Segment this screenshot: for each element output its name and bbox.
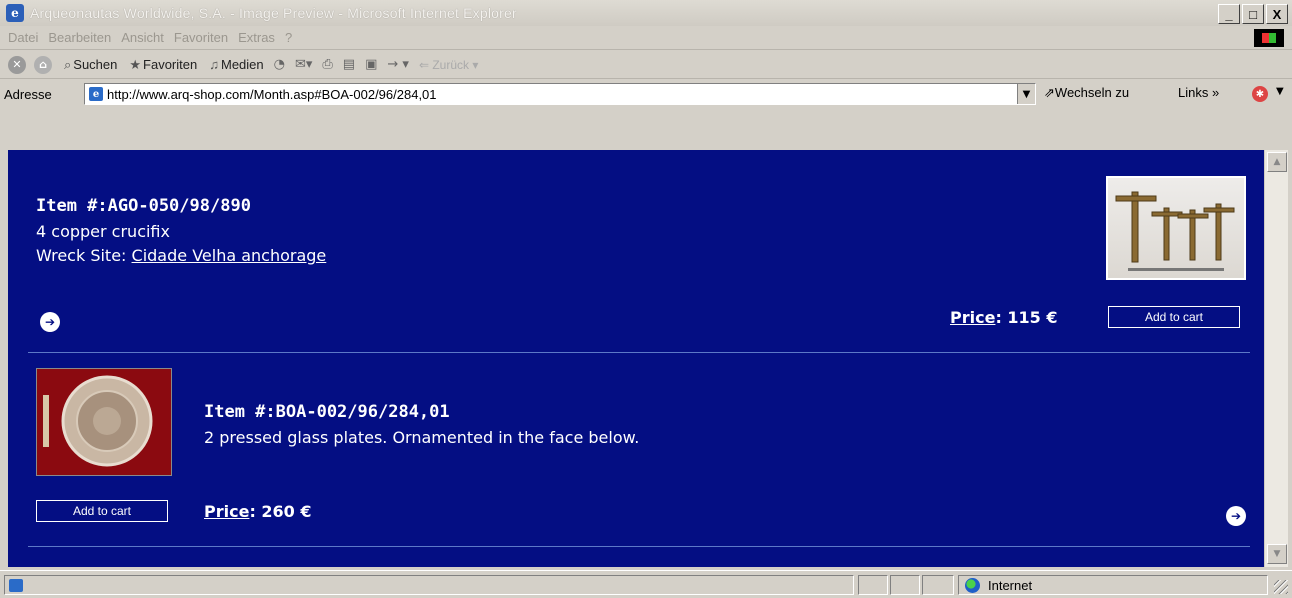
go-button[interactable]: ⇗Wechseln zu — [1044, 85, 1129, 101]
item-divider — [28, 352, 1250, 353]
menu-help[interactable]: ? — [285, 30, 292, 45]
address-input[interactable]: e http://www.arq-shop.com/Month.asp#BOA-… — [84, 83, 1036, 105]
search-icon: ⌕ — [64, 56, 72, 72]
ie-logo-icon: e — [6, 4, 24, 22]
media-button[interactable]: ♫ Medien — [209, 57, 263, 72]
media-icon: ♫ — [209, 57, 219, 72]
scroll-down-icon[interactable]: ▼ — [1267, 544, 1287, 564]
address-dropdown-icon[interactable]: ▼ — [1017, 84, 1035, 104]
minimize-button[interactable]: _ — [1218, 4, 1240, 24]
crucifix-image — [1115, 191, 1235, 271]
extension-icon[interactable]: ✱ — [1252, 86, 1268, 102]
item-2-price-label: Price — [204, 502, 250, 521]
item-2-add-to-cart-button[interactable]: Add to cart — [36, 500, 168, 522]
wreck-site-link[interactable]: Cidade Velha anchorage — [132, 246, 327, 265]
maximize-button[interactable]: □ — [1242, 4, 1264, 24]
discuss-icon[interactable]: ▣ — [365, 57, 377, 72]
menu-bar: Datei Bearbeiten Ansicht Favoriten Extra… — [0, 26, 1292, 50]
windows-logo-icon — [1254, 29, 1284, 47]
item-1-details-arrow-icon[interactable]: ➔ — [40, 312, 60, 332]
extension-dropdown-icon[interactable]: ▼ — [1276, 86, 1284, 97]
stop-icon[interactable]: ✕ — [8, 55, 26, 74]
links-label: Links — [1178, 85, 1209, 100]
globe-icon — [965, 577, 980, 593]
mail-icon[interactable]: ✉▾ — [295, 57, 312, 72]
media-button-label: Medien — [220, 57, 264, 72]
menu-extras[interactable]: Extras — [238, 30, 275, 45]
menu-bearbeiten[interactable]: Bearbeiten — [48, 30, 111, 45]
close-button[interactable]: X — [1266, 4, 1288, 24]
item-1-price: Price: 115 € — [950, 308, 1058, 327]
history-icon[interactable]: ◔ — [274, 57, 285, 72]
resize-grip-icon[interactable] — [1274, 580, 1288, 594]
wreck-site-label: Wreck Site: — [36, 246, 127, 265]
item-2-price: Price: 260 € — [204, 502, 312, 521]
vertical-scrollbar[interactable]: ▲ ▼ — [1264, 150, 1288, 567]
item-1-price-value: : 115 € — [995, 308, 1058, 327]
favorites-icon: ★ — [129, 56, 142, 72]
browser-window: e Arqueonautas Worldwide, S.A. - Image P… — [0, 0, 1292, 598]
back-button[interactable]: ⇐ Zurück ▾ — [419, 58, 478, 72]
page-status-icon — [9, 579, 23, 592]
address-label: Adresse — [4, 86, 52, 102]
search-button-label: Suchen — [73, 57, 118, 72]
back-button-label: Zurück — [432, 57, 470, 72]
window-title: Arqueonautas Worldwide, S.A. - Image Pre… — [30, 5, 517, 21]
address-bar: Adresse e http://www.arq-shop.com/Month.… — [0, 80, 1292, 150]
glass-plate-image — [43, 375, 153, 467]
page-content: Item #:AGO-050/98/890 4 copper crucifix … — [8, 150, 1264, 567]
go-button-label: Wechseln zu — [1054, 85, 1130, 100]
status-cell — [858, 575, 888, 595]
status-text-area — [4, 575, 854, 595]
item-1-description: 4 copper crucifix — [36, 222, 170, 241]
favorites-button-label: Favoriten — [143, 57, 198, 72]
item-2-price-value: : 260 € — [249, 502, 312, 521]
status-cell — [922, 575, 954, 595]
edit-icon[interactable]: ▤ — [343, 57, 355, 72]
search-button[interactable]: ⌕ Suchen — [64, 57, 117, 73]
status-cell — [890, 575, 920, 595]
menu-ansicht[interactable]: Ansicht — [121, 30, 164, 45]
window-controls: _ □ X — [1218, 4, 1288, 24]
zone-label: Internet — [988, 577, 1033, 593]
item-1-wreck-site: Wreck Site: Cidade Velha anchorage — [36, 246, 326, 265]
item-2-description: 2 pressed glass plates. Ornamented in th… — [204, 428, 640, 447]
item-divider — [28, 546, 1250, 547]
menu-datei[interactable]: Datei — [8, 30, 38, 45]
print-icon[interactable]: ⎙ — [322, 57, 332, 72]
address-url: http://www.arq-shop.com/Month.asp#BOA-00… — [107, 86, 437, 102]
menu-favoriten[interactable]: Favoriten — [174, 30, 228, 45]
status-bar: Internet — [0, 570, 1292, 598]
item-1-thumbnail[interactable] — [1106, 176, 1246, 280]
item-2-thumbnail[interactable] — [36, 368, 172, 476]
home-icon[interactable]: ⌂ — [34, 55, 52, 74]
forward-arrow-icon[interactable]: → ▾ — [387, 57, 409, 72]
favorites-button[interactable]: ★ Favoriten — [129, 57, 197, 73]
item-1-add-to-cart-button[interactable]: Add to cart — [1108, 306, 1240, 328]
scroll-up-icon[interactable]: ▲ — [1267, 152, 1287, 172]
title-bar: e Arqueonautas Worldwide, S.A. - Image P… — [0, 0, 1292, 26]
item-2-title: Item #:BOA-002/96/284,01 — [204, 402, 450, 422]
item-1-price-label: Price — [950, 308, 996, 327]
security-zone: Internet — [958, 575, 1268, 595]
item-2-details-arrow-icon[interactable]: ➔ — [1226, 506, 1246, 526]
links-button[interactable]: Links » — [1178, 85, 1219, 100]
item-1-title: Item #:AGO-050/98/890 — [36, 196, 251, 216]
toolbar: ✕ ⌂ ⌕ Suchen ★ Favoriten ♫ Medien ◔ ✉▾ ⎙… — [0, 51, 1292, 79]
page-icon: e — [89, 87, 103, 101]
